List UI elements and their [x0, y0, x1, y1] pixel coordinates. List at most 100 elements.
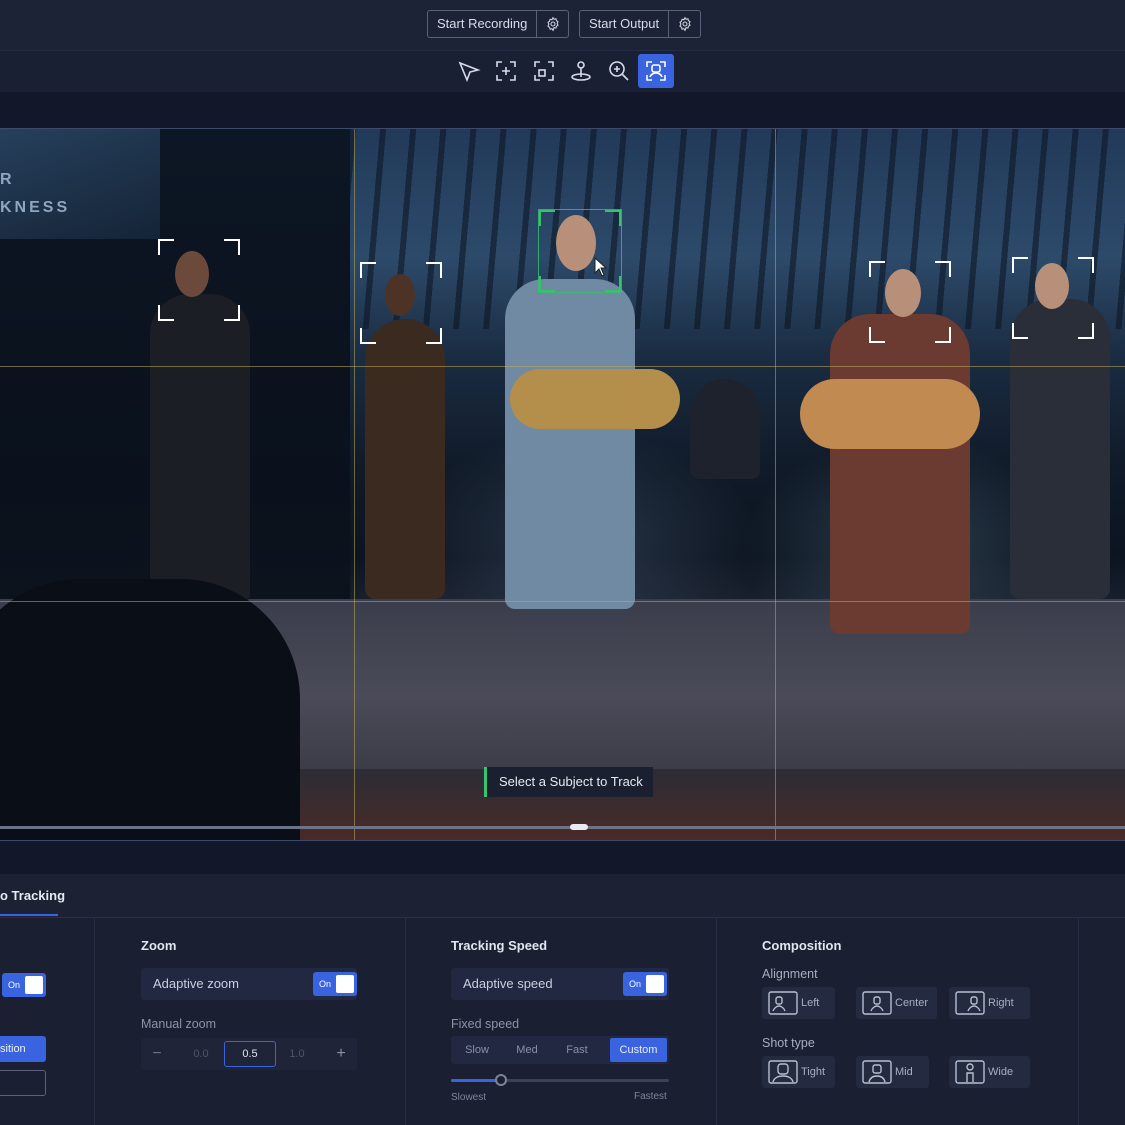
slider-max-label: Fastest: [634, 1091, 667, 1102]
gear-icon: [547, 16, 559, 32]
tracking-speed-title: Tracking Speed: [451, 938, 548, 953]
alignment-right-label: Right: [988, 997, 1014, 1009]
zoom-section-title: Zoom: [141, 938, 177, 953]
reposition-button-label: sition: [0, 1043, 26, 1055]
fixed-speed-selector: Slow Med Fast Custom: [451, 1036, 669, 1064]
zoom-tool-button[interactable]: [601, 54, 637, 88]
screen-text-line2: KNESS: [0, 199, 71, 216]
pointer-icon: [458, 61, 481, 83]
toggle-on-label: On: [319, 979, 332, 989]
section-divider: [716, 918, 717, 1125]
adaptive-speed-label: Adaptive speed: [463, 976, 553, 991]
zoom-increment-button[interactable]: +: [325, 1038, 357, 1070]
frame-left-icon: [768, 991, 798, 1015]
start-recording-button[interactable]: Start Recording: [428, 11, 536, 37]
toggle-knob: [646, 975, 664, 993]
manual-zoom-stepper: − 0.0 0.5 1.0 +: [141, 1038, 357, 1070]
pin-icon: [571, 61, 591, 81]
grid-line-h1: [0, 366, 1125, 367]
shot-tight-button[interactable]: Tight: [762, 1056, 835, 1088]
add-region-tool-button[interactable]: [488, 54, 524, 88]
screen-text-line1: R: [0, 171, 15, 188]
guitarist-1: [505, 279, 635, 609]
shot-wide-button[interactable]: Wide: [949, 1056, 1030, 1088]
recording-settings-button[interactable]: [536, 11, 568, 37]
section-divider: [1078, 918, 1079, 1125]
face-target-1[interactable]: [158, 239, 240, 321]
select-subject-tooltip: Select a Subject to Track: [484, 767, 653, 797]
speed-option-fast[interactable]: Fast: [553, 1038, 601, 1062]
gear-icon: [678, 16, 691, 32]
face-target-2[interactable]: [360, 262, 442, 344]
face-target-4[interactable]: [869, 261, 951, 343]
left-section-toggle[interactable]: On: [2, 973, 46, 997]
toggle-on-label: On: [8, 980, 21, 990]
shot-mid-label: Mid: [895, 1066, 913, 1078]
crop-tool-button[interactable]: [526, 54, 562, 88]
zoom-prev-value: 0.0: [193, 1048, 209, 1060]
grid-line-v2: [775, 129, 776, 841]
fixed-speed-label: Fixed speed: [451, 1017, 520, 1031]
speed-option-med[interactable]: Med: [503, 1038, 551, 1062]
shot-mid-button[interactable]: Mid: [856, 1056, 929, 1088]
reposition-button[interactable]: sition: [0, 1036, 46, 1062]
timeline-scrubber[interactable]: [0, 826, 1125, 829]
start-output-button[interactable]: Start Output: [580, 11, 668, 37]
position-pin-tool-button[interactable]: [563, 54, 599, 88]
frame-center-icon: [862, 991, 892, 1015]
adaptive-zoom-label: Adaptive zoom: [153, 976, 239, 991]
alignment-right-button[interactable]: Right: [949, 987, 1030, 1019]
face-tracking-icon: [646, 61, 666, 81]
grid-line-h2: [0, 601, 1125, 602]
face-target-selected[interactable]: [538, 209, 622, 293]
top-bar: Start Recording Start Output: [0, 0, 1125, 50]
secondary-button[interactable]: [0, 1070, 46, 1096]
shot-wide-icon: [955, 1060, 985, 1084]
toggle-knob: [25, 976, 43, 994]
singer-2: [365, 319, 445, 599]
singer-1: [150, 294, 250, 604]
active-tab-indicator: [0, 914, 58, 916]
toggle-on-label: On: [629, 979, 642, 989]
tab-auto-tracking[interactable]: o Tracking: [0, 888, 65, 903]
panel-tab-bar: [0, 874, 1125, 918]
mouse-cursor-icon: [594, 257, 608, 277]
zoom-next-value: 1.0: [289, 1048, 305, 1060]
manual-zoom-label: Manual zoom: [141, 1017, 217, 1031]
shot-mid-icon: [862, 1060, 892, 1084]
tool-bar: [0, 50, 1125, 93]
output-settings-button[interactable]: [668, 11, 700, 37]
scrubber-handle[interactable]: [570, 824, 588, 830]
viewer-footer-strip: [0, 840, 1125, 875]
alignment-label: Alignment: [762, 967, 818, 981]
alignment-center-button[interactable]: Center: [856, 987, 937, 1019]
face-target-5[interactable]: [1012, 257, 1094, 339]
video-preview[interactable]: R KNESS: [0, 128, 1125, 841]
singer-3: [830, 314, 970, 634]
keyboard-player: [690, 379, 760, 479]
speed-option-slow[interactable]: Slow: [453, 1038, 501, 1062]
zoom-current-value[interactable]: 0.5: [224, 1041, 276, 1067]
adaptive-zoom-toggle[interactable]: On: [313, 972, 357, 996]
output-group: Start Output: [579, 10, 702, 38]
alignment-left-label: Left: [801, 997, 820, 1009]
speed-slider-fill: [451, 1079, 502, 1082]
adaptive-speed-toggle[interactable]: On: [623, 972, 667, 996]
adaptive-zoom-row: Adaptive zoom On: [141, 968, 357, 1000]
face-tracking-tool-button[interactable]: [638, 54, 674, 88]
speed-option-custom[interactable]: Custom: [610, 1038, 667, 1062]
stage-edge: [270, 769, 1125, 841]
shot-tight-label: Tight: [801, 1066, 826, 1078]
zoom-decrement-button[interactable]: −: [141, 1038, 173, 1070]
speed-slider[interactable]: [451, 1079, 669, 1082]
section-divider: [405, 918, 406, 1125]
background-trees: [350, 129, 1125, 329]
adaptive-speed-row: Adaptive speed On: [451, 968, 669, 1000]
shot-type-label: Shot type: [762, 1036, 815, 1050]
viewer-header-strip: [0, 92, 1125, 128]
projection-screen: [0, 129, 160, 239]
alignment-left-button[interactable]: Left: [762, 987, 835, 1019]
pointer-tool-button[interactable]: [451, 54, 487, 88]
guitarist-2: [1010, 299, 1110, 599]
frame-right-icon: [955, 991, 985, 1015]
